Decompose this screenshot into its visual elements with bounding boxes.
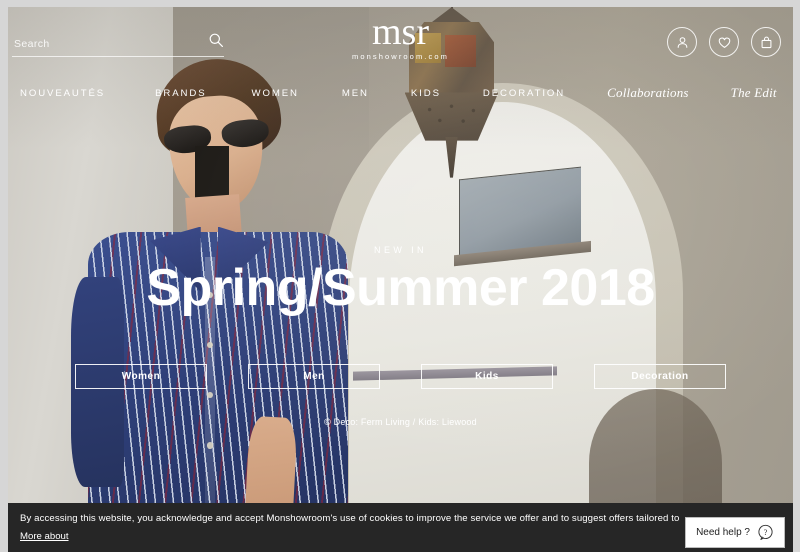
need-help-widget[interactable]: Need help ? ? xyxy=(685,517,785,548)
nav-item-kids[interactable]: KIDS xyxy=(411,88,441,99)
nav-item-decoration[interactable]: DECORATION xyxy=(483,88,565,99)
nav-item-brands[interactable]: BRANDS xyxy=(155,88,206,99)
main-navigation: NOUVEAUTÉS BRANDS WOMEN MEN KIDS DECORAT… xyxy=(8,85,793,101)
account-button[interactable] xyxy=(667,27,697,57)
shopping-bag-icon xyxy=(761,36,771,48)
header-action-icons xyxy=(667,27,781,57)
nav-item-women[interactable]: WOMEN xyxy=(252,88,299,99)
hero-content: NEW IN Spring/Summer 2018 xyxy=(8,245,793,315)
hero-title: Spring/Summer 2018 xyxy=(146,259,655,317)
category-button-men[interactable]: Men xyxy=(248,364,380,389)
need-help-label: Need help ? xyxy=(696,527,750,538)
nav-item-nouveautes[interactable]: NOUVEAUTÉS xyxy=(20,88,105,99)
nav-item-men[interactable]: MEN xyxy=(342,88,369,99)
cookie-banner-text: By accessing this website, you acknowled… xyxy=(20,513,744,525)
browser-viewport: msr monshowroom.com xyxy=(0,0,800,552)
svg-text:?: ? xyxy=(764,528,768,537)
category-button-decoration[interactable]: Decoration xyxy=(594,364,726,389)
question-bubble-icon: ? xyxy=(758,524,773,540)
hero-photo-credit: © Deco: Ferm Living / Kids: Liewood xyxy=(324,417,477,427)
cookie-consent-banner: By accessing this website, you acknowled… xyxy=(8,503,793,552)
nav-item-the-edit[interactable]: The Edit xyxy=(731,85,777,101)
nav-item-collaborations[interactable]: Collaborations xyxy=(607,85,689,101)
heart-icon xyxy=(718,37,730,48)
page-root: msr monshowroom.com xyxy=(8,7,793,552)
cart-button[interactable] xyxy=(751,27,781,57)
hero-category-buttons: Women Men Kids Decoration xyxy=(8,364,793,389)
category-button-kids[interactable]: Kids xyxy=(421,364,553,389)
user-icon xyxy=(677,36,687,48)
hero-eyebrow: NEW IN xyxy=(374,245,427,255)
cookie-more-about-link[interactable]: More about xyxy=(20,531,69,542)
category-button-women[interactable]: Women xyxy=(75,364,207,389)
wishlist-button[interactable] xyxy=(709,27,739,57)
